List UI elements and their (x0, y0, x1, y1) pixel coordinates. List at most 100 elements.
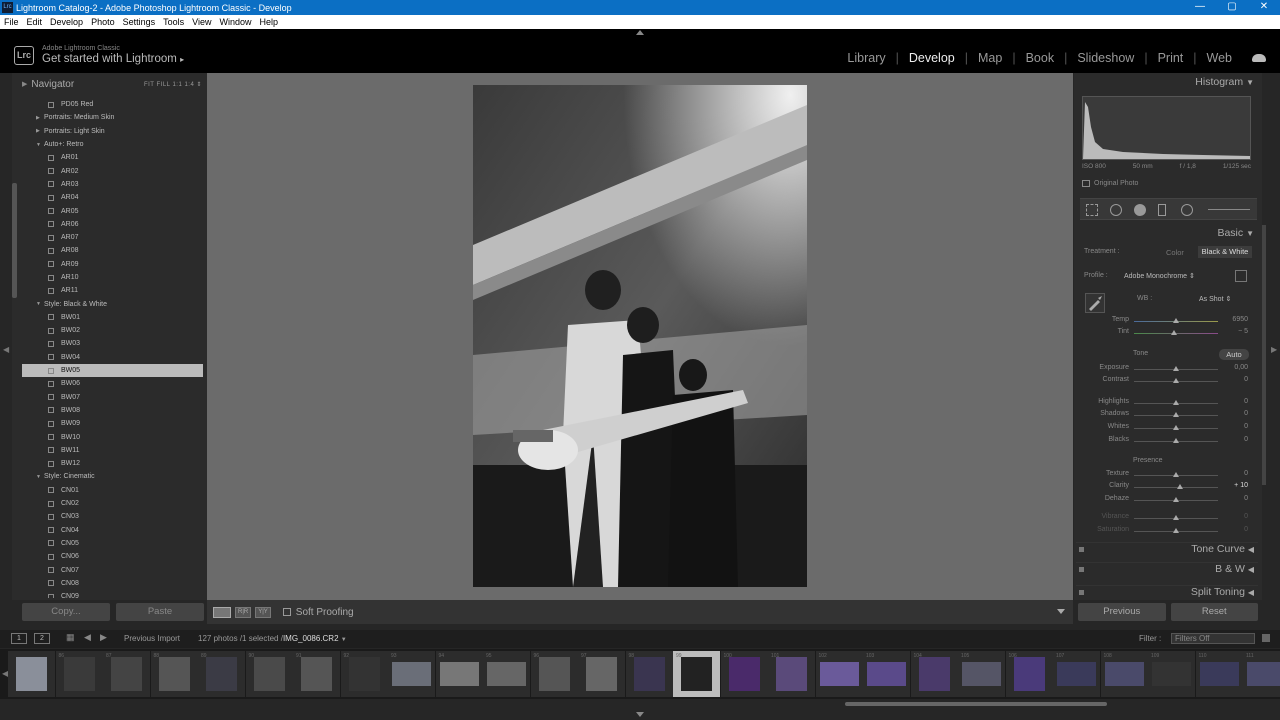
filmstrip-thumbnail[interactable]: 102 (815, 651, 863, 697)
slider-value-saturation[interactable]: 0 (1218, 526, 1248, 533)
filter-dropdown[interactable]: Filters Off (1171, 633, 1255, 644)
left-scrollbar[interactable] (12, 183, 17, 298)
disclosure-triangle-icon[interactable]: ▼ (36, 474, 44, 480)
filmstrip-thumbnail[interactable]: 109 (1148, 651, 1195, 697)
preset-item[interactable]: CN06 (22, 550, 203, 563)
filmstrip-thumbnail[interactable]: 108 (1100, 651, 1148, 697)
disclosure-triangle-icon[interactable]: ▼ (36, 301, 44, 307)
slider-whites[interactable] (1134, 425, 1218, 430)
cloud-icon[interactable] (1252, 54, 1266, 62)
preset-item[interactable]: CN09 (22, 590, 203, 598)
graduated-filter-icon[interactable] (1158, 204, 1166, 216)
filmstrip-scrollbar[interactable] (845, 702, 1107, 706)
back-arrow-icon[interactable]: ◀ (84, 632, 91, 643)
preset-item[interactable]: PD05 Red (22, 98, 203, 111)
filmstrip-thumbnail[interactable] (8, 651, 55, 697)
module-library[interactable]: Library (837, 51, 895, 65)
navigator-zoom-options[interactable]: FIT FILL 1:1 1:4 ⇕ (144, 81, 202, 88)
close-button[interactable]: ✕ (1248, 0, 1280, 15)
slider-knob[interactable] (1173, 472, 1179, 477)
loupe-view-icon[interactable] (213, 606, 231, 618)
slider-knob[interactable] (1173, 438, 1179, 443)
preset-item[interactable]: BW07 (22, 391, 203, 404)
preset-item[interactable]: AR04 (22, 191, 203, 204)
original-photo-checkbox[interactable] (1082, 180, 1090, 187)
preset-item[interactable]: CN07 (22, 563, 203, 576)
filmstrip-thumbnail[interactable]: 104 (910, 651, 958, 697)
filmstrip-thumbnail[interactable]: 95 (483, 651, 530, 697)
filmstrip-thumbnail[interactable]: 94 (435, 651, 483, 697)
preset-group[interactable]: ▼ Style: Cinematic (22, 470, 203, 483)
filmstrip-thumbnail[interactable]: 105 (958, 651, 1005, 697)
filmstrip-thumbnail[interactable]: 100 (720, 651, 768, 697)
white-balance-eyedropper-icon[interactable] (1085, 293, 1105, 313)
slider-temp[interactable] (1134, 318, 1218, 323)
before-after-button[interactable]: R|R (235, 606, 252, 618)
slider-knob[interactable] (1173, 378, 1179, 383)
preset-item[interactable]: BW10 (22, 430, 203, 443)
slider-contrast[interactable] (1134, 378, 1218, 383)
soft-proofing-checkbox[interactable] (282, 608, 291, 616)
filmstrip-thumbnail[interactable]: 90 (245, 651, 293, 697)
slider-texture[interactable] (1134, 472, 1218, 477)
preset-item[interactable]: CN04 (22, 524, 203, 537)
filmstrip-thumbnail[interactable]: 110 (1195, 651, 1243, 697)
filmstrip-thumbnail[interactable]: 111 (1243, 651, 1280, 697)
slider-value-clarity[interactable]: + 10 (1218, 482, 1248, 489)
slider-value-exposure[interactable]: 0,00 (1218, 364, 1248, 371)
slider-value-texture[interactable]: 0 (1218, 470, 1248, 477)
split-toning-header[interactable]: Split Toning ◀ (1076, 585, 1258, 599)
slider-knob[interactable] (1177, 484, 1184, 489)
slider-knob[interactable] (1173, 497, 1179, 502)
slider-knob[interactable] (1173, 366, 1179, 371)
treatment-bw-button[interactable]: Black & White (1198, 246, 1252, 258)
right-panel-toggle-icon[interactable]: ▶ (1271, 345, 1277, 354)
preset-item[interactable]: AR03 (22, 178, 203, 191)
preset-item[interactable]: BW06 (22, 377, 203, 390)
slider-tint[interactable] (1134, 330, 1218, 335)
filmstrip-thumbnail[interactable]: 97 (578, 651, 625, 697)
slider-knob[interactable] (1173, 412, 1179, 417)
filmstrip-thumbnail[interactable]: 87 (103, 651, 150, 697)
brush-icon[interactable] (1208, 209, 1250, 210)
slider-blacks[interactable] (1134, 438, 1218, 443)
preset-group[interactable]: ▼ Auto+: Retro (22, 138, 203, 151)
radial-filter-icon[interactable] (1181, 204, 1193, 216)
menu-develop[interactable]: Develop (46, 17, 87, 27)
filmstrip-thumbnail[interactable]: 93 (388, 651, 435, 697)
preset-item[interactable]: CN05 (22, 537, 203, 550)
filmstrip-thumbnail[interactable]: 99 (673, 651, 720, 697)
preset-item[interactable]: BW12 (22, 457, 203, 470)
paste-button[interactable]: Paste (116, 603, 204, 621)
left-panel-toggle-icon[interactable]: ◀ (3, 345, 9, 354)
preset-item[interactable]: AR05 (22, 204, 203, 217)
slider-value-tint[interactable]: − 5 (1218, 328, 1248, 335)
module-map[interactable]: Map (968, 51, 1012, 65)
menu-view[interactable]: View (188, 17, 215, 27)
preset-item[interactable]: BW01 (22, 311, 203, 324)
preset-item[interactable]: CN08 (22, 577, 203, 590)
profile-browser-icon[interactable] (1235, 270, 1247, 282)
preset-item[interactable]: AR02 (22, 164, 203, 177)
preset-group[interactable]: ▶ Portraits: Light Skin (22, 125, 203, 138)
filmstrip-thumbnail[interactable]: 96 (530, 651, 578, 697)
navigator-header[interactable]: ▶ Navigator FIT FILL 1:1 1:4 ⇕ (22, 76, 205, 92)
get-started-link[interactable]: Get started with Lightroom ▸ (42, 53, 184, 65)
primary-window-button[interactable]: 1 (11, 633, 27, 644)
menu-window[interactable]: Window (216, 17, 256, 27)
slider-knob[interactable] (1173, 318, 1179, 323)
soft-proofing-toggle[interactable]: Soft Proofing (282, 607, 354, 618)
filter-lock-icon[interactable] (1262, 634, 1270, 642)
slider-knob[interactable] (1173, 515, 1179, 520)
preset-group[interactable]: ▶ Portraits: Medium Skin (22, 111, 203, 124)
slider-value-highlights[interactable]: 0 (1218, 398, 1248, 405)
menu-settings[interactable]: Settings (119, 17, 160, 27)
previous-button[interactable]: Previous (1078, 603, 1166, 621)
menu-file[interactable]: File (0, 17, 23, 27)
preset-item[interactable]: AR10 (22, 271, 203, 284)
original-photo-toggle[interactable]: Original Photo (1082, 180, 1138, 187)
slider-knob[interactable] (1171, 330, 1178, 335)
photo-count[interactable]: 127 photos /1 selected /IMG_0086.CR2 ▼ (198, 634, 347, 643)
panel-toggle-bottom-icon[interactable] (636, 712, 644, 717)
filmstrip-thumbnail[interactable]: 88 (150, 651, 198, 697)
